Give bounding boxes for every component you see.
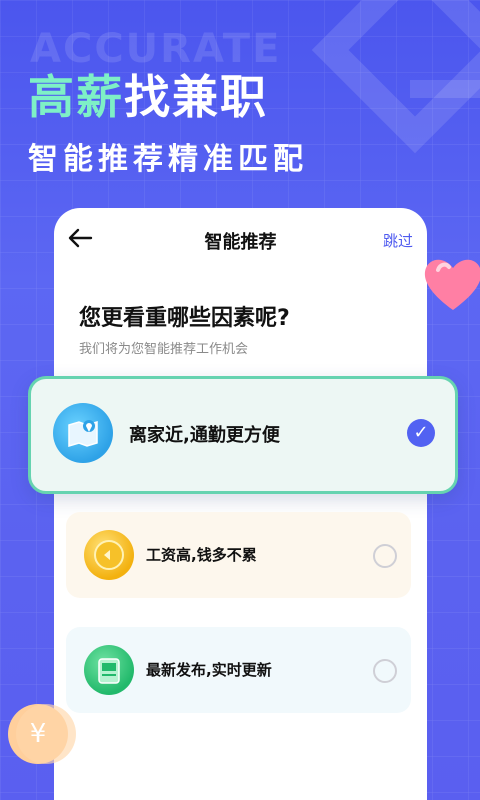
checkmark-icon[interactable]: ✓: [407, 419, 435, 447]
hero-headline: 高薪找兼职: [28, 70, 268, 125]
headline-highlight: 高薪: [28, 70, 124, 124]
top-bar: 智能推荐 跳过: [54, 208, 427, 268]
news-icon: [84, 645, 134, 695]
heart-icon: [424, 259, 480, 310]
svg-text:¥: ¥: [30, 719, 47, 749]
headline-rest: 找兼职: [124, 70, 268, 124]
radio-button[interactable]: [373, 659, 397, 683]
option-label: 工资高,钱多不累: [146, 546, 257, 564]
brand-decoration-icon: [311, 0, 480, 154]
option-near-home[interactable]: 离家近,通勤更方便 ✓: [28, 376, 458, 494]
onboarding-screen: ACCURATE 高薪找兼职 智能推荐精准匹配 智能推荐 跳过 您更看重哪些因素…: [0, 0, 480, 800]
hero-subline: 智能推荐精准匹配: [28, 142, 308, 177]
map-icon: [53, 403, 113, 463]
option-latest[interactable]: 最新发布,实时更新: [66, 627, 411, 713]
option-label: 离家近,通勤更方便: [129, 425, 280, 446]
page-title: 智能推荐: [204, 232, 277, 253]
ghost-wordmark: ACCURATE: [30, 26, 282, 72]
coin-icon: [84, 530, 134, 580]
question-subtitle: 我们将为您智能推荐工作机会: [79, 342, 249, 357]
radio-button[interactable]: [373, 544, 397, 568]
yen-coin-icon: ¥: [8, 704, 76, 764]
option-label: 最新发布,实时更新: [146, 661, 272, 679]
question-title: 您更看重哪些因素呢?: [79, 306, 290, 331]
skip-button[interactable]: 跳过: [383, 230, 413, 251]
option-high-salary[interactable]: 工资高,钱多不累: [66, 512, 411, 598]
